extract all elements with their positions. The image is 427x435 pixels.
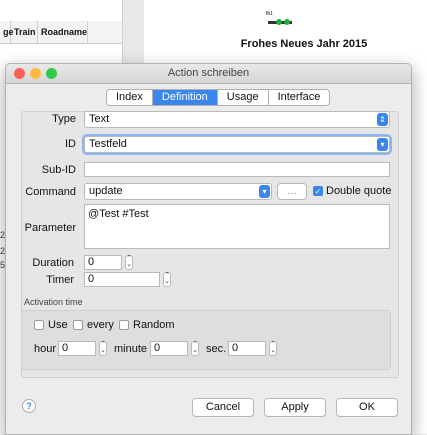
plan-title: Frohes Neues Jahr 2015 (240, 38, 368, 50)
cancel-button[interactable]: Cancel (192, 398, 254, 417)
every-checkbox[interactable] (73, 320, 83, 330)
id-value: Testfeld (89, 138, 127, 150)
parameter-textarea[interactable]: @Test #Test (84, 204, 390, 249)
tab-bar: Index Definition Usage Interface (106, 89, 331, 106)
random-label: Random (133, 319, 175, 331)
column-header-roadname[interactable]: Roadname (38, 21, 88, 43)
signal-icon[interactable] (284, 19, 290, 25)
sec-stepper[interactable]: ⌃ ⌄ (269, 341, 277, 356)
activation-time-group (21, 310, 391, 370)
command-value: update (89, 185, 123, 197)
tab-usage[interactable]: Usage (218, 90, 269, 105)
parameter-label: Parameter (24, 222, 76, 234)
every-label: every (87, 319, 114, 331)
command-combobox[interactable]: update ▾ (84, 183, 272, 200)
double-quote-label: Double quote (326, 185, 392, 197)
action-dialog: Action schreiben Index Definition Usage … (5, 63, 412, 435)
minute-stepper[interactable]: ⌃ ⌄ (191, 341, 199, 356)
chevron-updown-icon: ⇕ (377, 113, 388, 126)
type-select[interactable]: Text ⇕ (84, 111, 390, 128)
activation-time-title: Activation time (24, 297, 83, 307)
column-header-train[interactable]: Train (11, 21, 38, 43)
help-button[interactable]: ? (22, 399, 36, 413)
duration-stepper[interactable]: ⌃ ⌄ (125, 255, 133, 270)
id-combobox[interactable]: Testfeld ▾ (84, 136, 390, 153)
hour-stepper[interactable]: ⌃ ⌄ (99, 341, 107, 356)
dialog-title: Action schreiben (167, 67, 250, 79)
sec-label: sec. (206, 343, 227, 355)
duration-label: Duration (32, 257, 74, 269)
use-checkbox[interactable] (34, 320, 44, 330)
signal-icon[interactable] (276, 19, 282, 25)
ellipsis-button[interactable]: ... (277, 183, 307, 200)
type-value: Text (89, 113, 110, 125)
ok-button[interactable]: OK (336, 398, 398, 417)
subid-input[interactable] (84, 162, 390, 177)
chevron-down-icon[interactable]: ▾ (377, 138, 388, 151)
apply-button[interactable]: Apply (264, 398, 326, 417)
use-label: Use (48, 319, 68, 331)
plan-label: fb1 (266, 11, 273, 17)
minute-input[interactable]: 0 (150, 341, 188, 356)
duration-input[interactable]: 0 (84, 255, 122, 270)
timer-stepper[interactable]: ⌃ ⌄ (163, 272, 171, 287)
train-table-header: ge Train Roadname (0, 21, 122, 44)
tab-index[interactable]: Index (107, 90, 153, 105)
double-quote-checkbox[interactable]: ✓ (313, 186, 323, 196)
tab-interface[interactable]: Interface (269, 90, 330, 105)
sec-input[interactable]: 0 (228, 341, 266, 356)
id-label: ID (65, 138, 76, 150)
random-checkbox[interactable] (119, 320, 129, 330)
hour-label: hour (34, 343, 57, 355)
type-label: Type (52, 113, 76, 125)
chevron-down-icon[interactable]: ▾ (259, 185, 270, 198)
column-header-ge[interactable]: ge (0, 21, 14, 43)
subid-label: Sub-ID (41, 164, 76, 176)
timer-input[interactable]: 0 (84, 272, 160, 287)
minute-label: minute (114, 343, 148, 355)
timer-label: Timer (46, 274, 74, 286)
hour-input[interactable]: 0 (58, 341, 96, 356)
tab-definition[interactable]: Definition (152, 90, 218, 105)
command-label: Command (25, 186, 76, 198)
